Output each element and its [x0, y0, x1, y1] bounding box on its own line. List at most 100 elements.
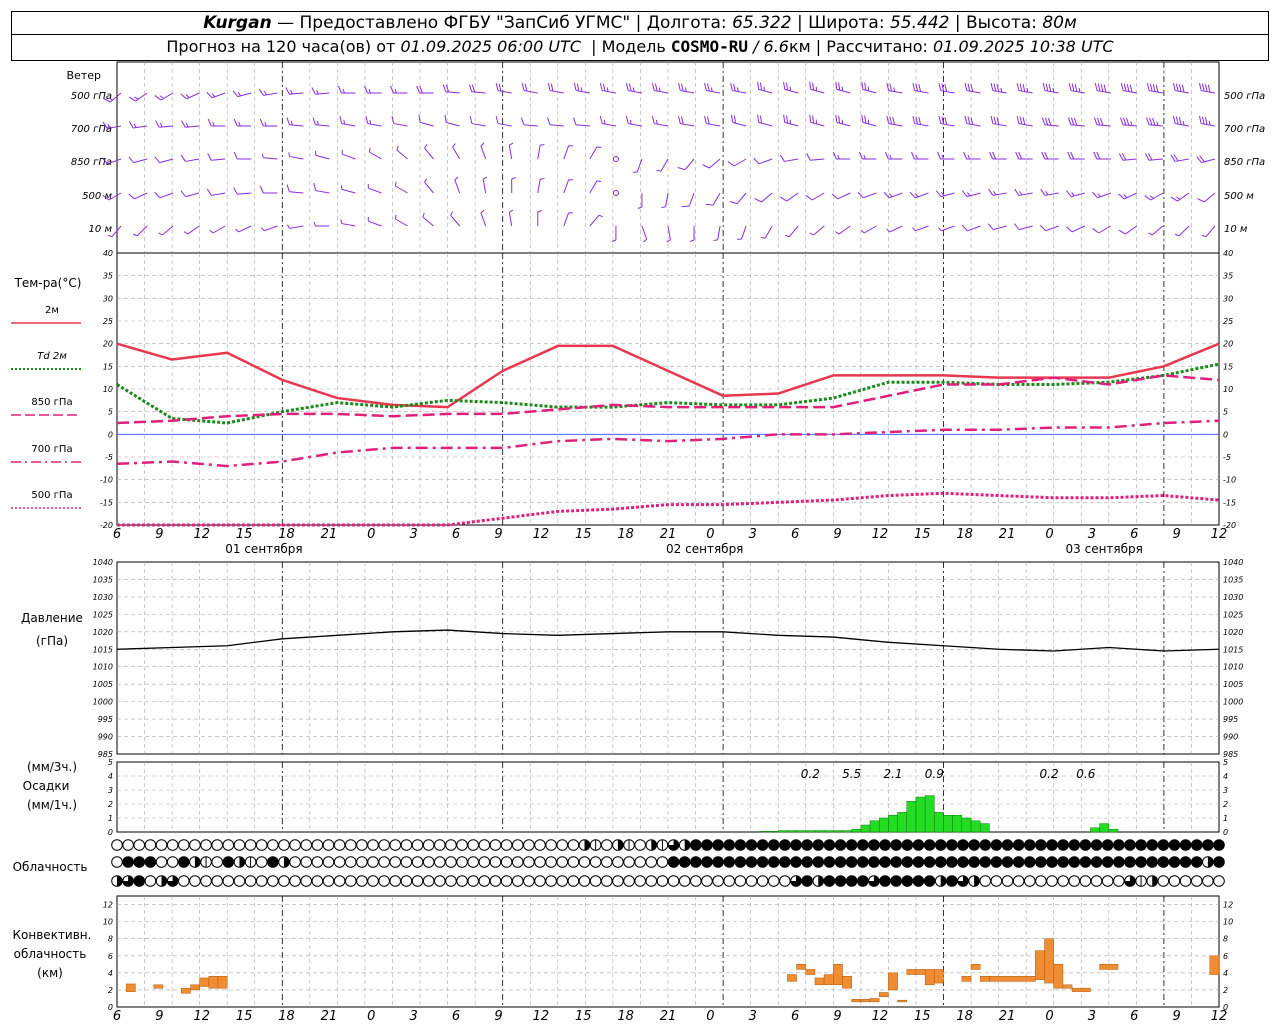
cloud-symbol — [456, 839, 468, 851]
wind-barb-full — [1207, 84, 1211, 93]
cloud-symbol — [934, 875, 947, 887]
cloud-symbol — [233, 856, 246, 868]
wind-barb — [785, 225, 799, 238]
wind-barb-staff — [862, 88, 877, 94]
cloud-circle — [289, 839, 301, 851]
cloud-circle — [1057, 839, 1069, 851]
cloud-circle — [856, 839, 869, 851]
cloud-symbol — [1179, 839, 1192, 851]
wind-barb-full — [285, 87, 290, 95]
cloud-symbol — [122, 875, 134, 887]
wind-barb — [661, 192, 669, 209]
cloud-symbol — [356, 839, 368, 851]
wind-barb-full — [258, 88, 264, 96]
wind-barb-half — [394, 214, 397, 220]
cloud-symbol — [289, 839, 301, 851]
cloud-symbol — [834, 875, 847, 887]
cloud-symbol — [968, 875, 980, 887]
temp-panel-ytick-left: 0 — [108, 430, 113, 439]
wind-barb-full — [967, 116, 971, 125]
wind-barb-half — [288, 152, 291, 157]
cloud-circle — [1213, 839, 1225, 851]
cloud-circle — [1124, 856, 1136, 868]
cloud-symbol — [767, 875, 780, 887]
wind-barb-full — [390, 85, 394, 94]
wind-barb — [537, 210, 542, 226]
wind-barb-staff — [134, 192, 148, 200]
wind-barb-full — [1015, 151, 1020, 160]
wind-barb-full — [731, 114, 734, 123]
cloud-circle — [1057, 875, 1069, 887]
wind-barb-staff — [471, 91, 486, 94]
cloud-symbol — [1079, 875, 1092, 887]
cloud-circle — [1124, 839, 1136, 851]
cloud-symbol — [801, 856, 813, 868]
cloud-circle — [233, 875, 246, 887]
precip-panel-ytick-left: 4 — [108, 772, 113, 781]
x-tick-label: 6 — [113, 527, 121, 542]
cloud-symbol — [311, 856, 324, 868]
wind-barb-half — [211, 93, 216, 98]
wind-barb — [180, 190, 200, 198]
cloud-symbol — [767, 856, 780, 868]
wind-barb-staff — [1071, 225, 1085, 233]
x-tick-label-bottom: 9 — [833, 1009, 841, 1024]
convective-block — [878, 992, 889, 998]
wind-barb-staff — [636, 158, 643, 173]
wind-barb-full — [339, 116, 343, 124]
wind-barb — [396, 145, 408, 160]
cloud-circle — [422, 856, 435, 868]
wind-barb — [831, 192, 851, 200]
wind-barb — [260, 225, 278, 232]
wind-barb-staff — [563, 179, 570, 194]
wind-barb-staff — [1175, 123, 1190, 127]
cloud-circle — [400, 875, 413, 887]
wind-barb — [935, 190, 955, 198]
cloud-symbol — [979, 839, 992, 851]
wind-barb-staff — [712, 192, 721, 206]
cloud-symbol — [623, 839, 635, 851]
cloud-symbol — [923, 856, 936, 868]
wind-barb — [573, 117, 590, 127]
cloud-symbol — [489, 875, 502, 887]
wind-barb — [495, 116, 512, 127]
cloud-symbol — [623, 875, 635, 887]
precip-bar — [934, 812, 944, 833]
cloud-circle — [500, 856, 513, 868]
wind-barb — [1144, 153, 1163, 161]
cloud-symbol — [445, 875, 457, 887]
wind-barb-full — [128, 193, 135, 200]
wind-barb-half — [540, 143, 545, 146]
cloud-circle — [267, 875, 279, 887]
wind-barb-staff — [523, 124, 538, 127]
cloud-circle — [1157, 875, 1170, 887]
wind-barb-half — [632, 171, 638, 173]
cloud-symbol — [1068, 856, 1081, 868]
cloud-circle — [901, 839, 914, 851]
cloud-circle — [723, 839, 736, 851]
wind-barb-staff — [212, 225, 226, 234]
cloud-symbol — [567, 839, 580, 851]
precip-bar — [943, 814, 953, 833]
wind-barb-full — [754, 198, 762, 203]
wind-barb-staff — [836, 121, 851, 127]
cloud-circle — [400, 856, 413, 868]
cloud-circle — [1046, 856, 1058, 868]
wind-barb-full — [1204, 117, 1208, 125]
cloud-circle — [478, 875, 491, 887]
wind-barb — [288, 152, 304, 160]
cloud-circle — [389, 856, 402, 868]
x-tick-label-bottom: 6 — [791, 1009, 799, 1024]
wind-barb-full — [1170, 196, 1178, 202]
wind-barb — [1042, 83, 1059, 94]
cloud-symbol — [1213, 856, 1225, 868]
cloud-symbol — [155, 856, 168, 868]
convective-ytick-left: 6 — [108, 952, 113, 961]
cloud-symbol — [144, 839, 157, 851]
wind-barb-half — [863, 154, 866, 160]
cloud-symbol — [779, 875, 791, 887]
wind-barb-full — [681, 205, 690, 208]
cloud-circle — [311, 875, 324, 887]
cloud-circle — [211, 875, 223, 887]
wind-barb-half — [568, 145, 573, 147]
